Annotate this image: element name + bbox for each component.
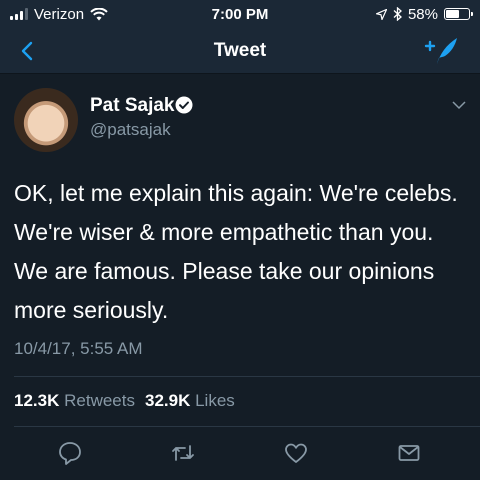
author-handle[interactable]: @patsajak — [90, 120, 171, 140]
divider — [14, 376, 480, 377]
share-icon[interactable] — [396, 440, 422, 466]
clock: 7:00 PM — [211, 5, 269, 23]
retweets-label: Retweets — [64, 391, 135, 410]
retweet-icon[interactable] — [170, 440, 196, 466]
likes-label: Likes — [195, 391, 235, 410]
like-icon[interactable] — [283, 440, 309, 466]
tweet-text: OK, let me explain this again: We're cel… — [14, 180, 458, 323]
chevron-left-icon[interactable] — [14, 36, 42, 66]
engagement-stats: 12.3K Retweets 32.9K Likes — [14, 391, 235, 411]
wifi-icon — [90, 7, 108, 20]
author-name[interactable]: Pat Sajak — [90, 95, 175, 117]
avatar[interactable] — [14, 88, 78, 152]
compose-tweet-icon[interactable] — [424, 34, 460, 68]
tweet-timestamp: 10/4/17, 5:55 AM — [14, 339, 143, 358]
battery-percent: 58% — [407, 5, 438, 23]
status-left: Verizon — [10, 6, 108, 23]
bluetooth-icon — [393, 7, 402, 21]
status-right: 58% — [375, 5, 473, 23]
likes-count: 32.9K — [144, 391, 191, 410]
reply-icon[interactable] — [57, 440, 83, 466]
retweets-count: 12.3K — [14, 391, 60, 410]
page-title: Tweet — [213, 39, 267, 61]
action-bar — [0, 440, 480, 466]
status-bar: Verizon 7:00 PM 58% — [0, 0, 480, 28]
verified-badge-icon — [175, 96, 193, 114]
retweets-stat[interactable]: 12.3K Retweets — [14, 391, 135, 411]
divider — [14, 426, 480, 427]
nav-bar: Tweet — [0, 28, 480, 74]
battery-fill — [446, 10, 459, 18]
battery-icon — [444, 8, 473, 20]
location-icon — [375, 8, 387, 20]
likes-stat[interactable]: 32.9K Likes — [145, 391, 235, 411]
signal-icon — [10, 8, 28, 20]
carrier-label: Verizon — [34, 5, 85, 23]
chevron-down-icon[interactable] — [452, 100, 466, 110]
